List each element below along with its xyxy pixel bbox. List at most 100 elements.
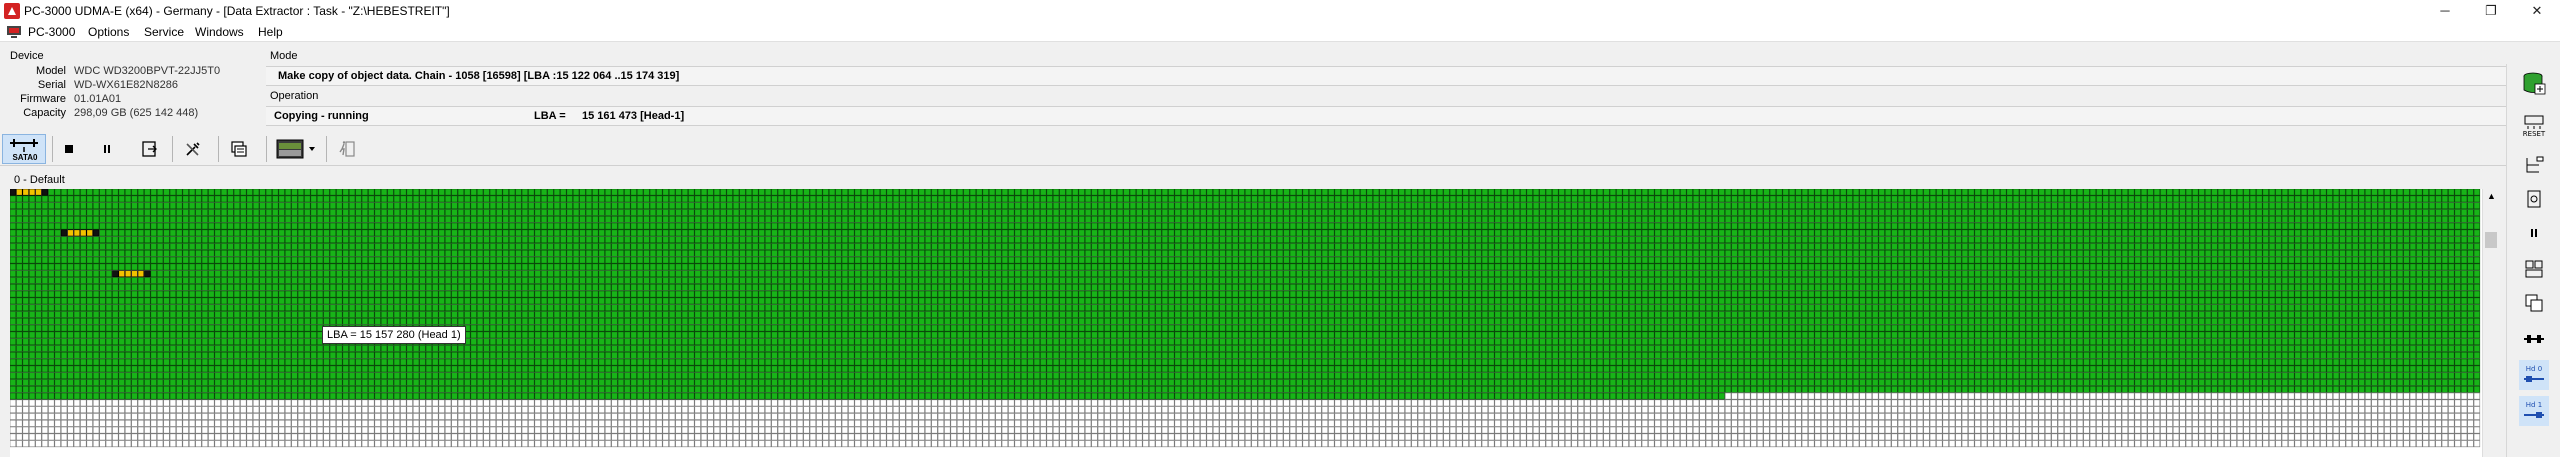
good-block-row [10,202,2481,210]
stop-icon [65,145,73,153]
reading-block [10,189,17,196]
operation-status: Copying - running [274,110,369,122]
scroll-thumb[interactable] [2485,232,2497,248]
database-tool-button[interactable] [2519,68,2549,100]
good-block-row [10,236,2481,244]
good-block-row [10,304,2481,312]
good-block-row [10,209,2481,216]
chevron-down-icon[interactable] [308,145,316,153]
sector-icon [2525,260,2543,278]
image-icon [276,139,304,159]
image-map-button[interactable] [274,134,318,164]
good-block-row [10,365,2481,373]
mode-header: Mode [270,50,298,62]
exit-icon [339,141,355,157]
reading-block [118,270,125,278]
block-map[interactable]: LBA = 15 157 280 (Head 1) [10,189,2482,457]
sata-tool-button[interactable] [2519,326,2549,352]
reading-block [73,229,81,237]
menu-item-windows[interactable]: Windows [195,25,244,39]
pc3000-menu-icon[interactable] [6,25,22,39]
drive-info-button[interactable] [2519,152,2549,178]
good-block-row [10,358,2481,366]
reading-block [144,270,151,278]
unread-block-row [10,406,2481,414]
good-block-row [48,189,2481,196]
head1-button[interactable]: Hd 1 [2519,396,2549,426]
scan-button[interactable] [2519,186,2549,212]
good-block-row [10,311,2481,318]
sata0-port-button[interactable]: SATA0 [2,134,46,164]
copy-icon [2525,294,2543,312]
model-value: WDC WD3200BPVT-22JJ5T0 [74,65,221,77]
good-block-row [10,372,2481,380]
reading-block [92,229,100,237]
head-icon [2524,412,2544,418]
lba-value: 15 161 473 [Head-1] [582,110,685,122]
good-block-row [10,256,2481,264]
reading-block [124,270,132,278]
right-pause-button[interactable] [2519,220,2549,246]
copy-tool-button[interactable] [2519,290,2549,316]
operation-header: Operation [270,90,319,102]
good-block-row [10,297,2481,305]
app-icon [4,3,20,19]
firmware-value: 01.01A01 [74,93,122,105]
reading-block [16,189,23,196]
good-block-row [10,345,2481,352]
model-label: Model [36,65,66,77]
export-button[interactable] [138,134,162,164]
menu-bar: PC-3000 Options Service Windows Help [0,22,2560,42]
serial-value: WD-WX61E82N8286 [74,79,178,91]
tools-button[interactable] [180,134,206,164]
operation-field: Copying - running LBA = 15 161 473 [Head… [266,106,2506,126]
unread-block-row [10,440,2481,448]
sector-tool-button[interactable] [2519,256,2549,282]
reset-icon [2524,115,2544,129]
unread-block-row [1724,392,2481,400]
unread-block-row [10,413,2481,420]
menu-item-help[interactable]: Help [258,25,283,39]
good-block-row [10,263,2481,271]
good-block-row [10,277,2481,284]
sata-port-icon [2524,335,2544,343]
capacity-label: Capacity [23,107,66,119]
title-bar: PC-3000 UDMA-E (x64) - Germany - [Data E… [0,0,2560,22]
window-title: PC-3000 UDMA-E (x64) - Germany - [Data E… [24,4,450,18]
toolbar-separator [266,136,267,162]
pause-icon [2531,229,2537,237]
tools-icon [186,142,200,156]
menu-item-options[interactable]: Options [88,25,129,39]
copy-icon [231,141,247,157]
right-tool-strip: RESET Hd 0 Hd 1 [2506,64,2560,457]
mode-text: Make copy of object data. Chain - 1058 [… [278,70,680,82]
close-button[interactable]: ✕ [2514,0,2560,22]
reading-block [60,229,68,237]
menu-item-pc3000[interactable]: PC-3000 [28,25,75,39]
unread-block-row [10,419,2481,427]
reading-block [131,270,138,278]
copy-windows-button[interactable] [226,134,252,164]
reading-block [112,270,119,278]
map-scrollbar[interactable]: ▲ [2482,189,2499,457]
minimize-button[interactable]: ─ [2422,0,2468,22]
menu-item-service[interactable]: Service [144,25,184,39]
mode-panel: Mode Make copy of object data. Chain - 1… [266,48,2506,132]
restore-button[interactable]: ❐ [2468,0,2514,22]
lba-tooltip: LBA = 15 157 280 (Head 1) [322,326,466,344]
reset-button[interactable]: RESET [2519,110,2549,142]
scroll-up-icon[interactable]: ▲ [2487,191,2496,201]
device-panel: Device Model WDC WD3200BPVT-22JJ5T0 Seri… [0,48,266,132]
toolbar-separator [218,136,219,162]
toolbar-separator [52,136,53,162]
head0-button[interactable]: Hd 0 [2519,360,2549,390]
exit-button[interactable] [334,134,360,164]
stop-button[interactable] [58,134,80,164]
reading-block [41,189,49,196]
good-block-row [10,249,2481,257]
reading-block [67,229,74,237]
reading-block [86,229,93,237]
pause-button[interactable] [96,134,118,164]
good-block-row [10,379,2481,386]
reading-block [137,270,145,278]
